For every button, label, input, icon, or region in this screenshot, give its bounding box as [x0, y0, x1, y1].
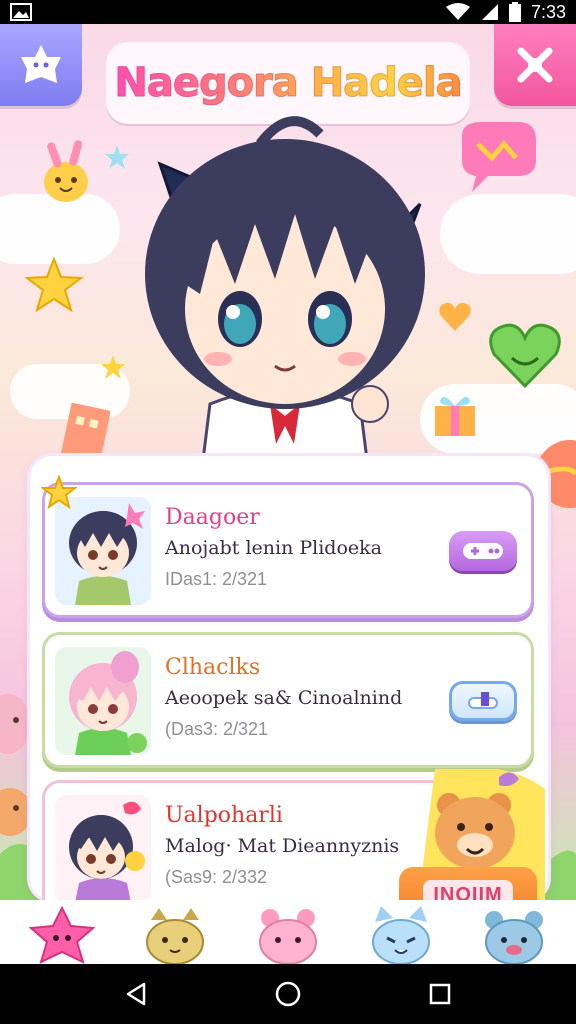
- gallery-notification: [10, 3, 32, 21]
- card-days: (Sas9: 2/332: [165, 867, 268, 887]
- star-badge-icon: [41, 475, 77, 510]
- star-icon: [24, 256, 84, 313]
- back-button[interactable]: [106, 964, 166, 1024]
- game-title: Naegora Hadela: [114, 60, 463, 107]
- status-time: 7:33: [530, 1, 566, 22]
- menu-button[interactable]: [0, 24, 82, 106]
- card-subtitle: Aeoopek sa& Cinoalnind: [165, 687, 403, 709]
- home-button[interactable]: [258, 964, 318, 1024]
- side-creature-icon: [0, 694, 30, 754]
- card-title: Clhaclks: [165, 655, 261, 680]
- recents-button[interactable]: [410, 964, 470, 1024]
- player-list-panel: Daagoer Anojabt lenin Plidoeka IDas1: 2/…: [30, 456, 548, 900]
- battery-icon: [508, 2, 521, 22]
- back-icon: [126, 982, 146, 1006]
- avatar-portrait: [55, 497, 151, 605]
- speech-bubble-icon: [462, 122, 536, 192]
- list-item[interactable]: Daagoer Anojabt lenin Plidoeka IDas1: 2/…: [41, 475, 534, 618]
- character-slot-4[interactable]: [366, 902, 436, 964]
- card-title: Ualpoharli: [165, 803, 283, 828]
- join-label: INOIIM: [423, 879, 513, 900]
- recents-icon: [429, 983, 451, 1005]
- character-slot-2[interactable]: [140, 902, 210, 964]
- avatar: [55, 647, 151, 755]
- pink-bear-icon: [258, 909, 317, 964]
- home-icon: [275, 981, 301, 1007]
- join-button[interactable]: INOIIM: [399, 867, 537, 900]
- card-days: IDas1: 2/321: [165, 569, 268, 589]
- bunny-doodle-icon: [44, 140, 88, 202]
- character-slot-1[interactable]: [27, 902, 97, 964]
- yellow-cat-icon: [146, 908, 205, 964]
- character-selector-bar: [0, 900, 576, 964]
- status-bar: 7:33: [0, 0, 576, 24]
- list-item[interactable]: Ualpoharli Malog· Mat Dieannyznis (Sas9:…: [42, 769, 545, 900]
- controller-icon: [463, 543, 503, 559]
- card-subtitle: Anojabt lenin Plidoeka: [165, 537, 382, 559]
- green-heart-icon: [489, 323, 561, 389]
- list-item[interactable]: Clhaclks Aeoopek sa& Cinoalnind (Das3: 2…: [42, 632, 534, 768]
- flag-button[interactable]: [449, 681, 517, 721]
- card-subtitle: Malog· Mat Dieannyznis: [165, 835, 400, 857]
- ghost-star-icon: [21, 45, 61, 83]
- hero-character: [145, 116, 425, 484]
- card-title: Daagoer: [165, 505, 260, 530]
- character-slot-3[interactable]: [253, 902, 323, 964]
- avatar: [55, 497, 151, 605]
- pink-star-icon: [28, 906, 96, 964]
- avatar-portrait: [55, 647, 151, 755]
- crossed-bones-icon: [517, 47, 553, 83]
- cloud: [440, 194, 576, 274]
- blue-cat-icon: [371, 906, 430, 964]
- game-scene: Naegora Hadela Daagoer Anojabt lenin Pli…: [0, 24, 576, 900]
- image-icon: [10, 3, 32, 21]
- play-button[interactable]: [449, 531, 517, 571]
- signal-icon: [481, 4, 498, 20]
- avatar-portrait: [55, 795, 151, 900]
- blue-bear-icon: [484, 911, 543, 964]
- card-days: (Das3: 2/321: [165, 719, 269, 739]
- system-nav-bar: [0, 964, 576, 1024]
- flag-icon: [468, 692, 498, 709]
- wifi-icon: [445, 3, 470, 20]
- avatar: [55, 795, 151, 900]
- settings-button[interactable]: [494, 24, 576, 106]
- character-slot-5[interactable]: [479, 902, 549, 964]
